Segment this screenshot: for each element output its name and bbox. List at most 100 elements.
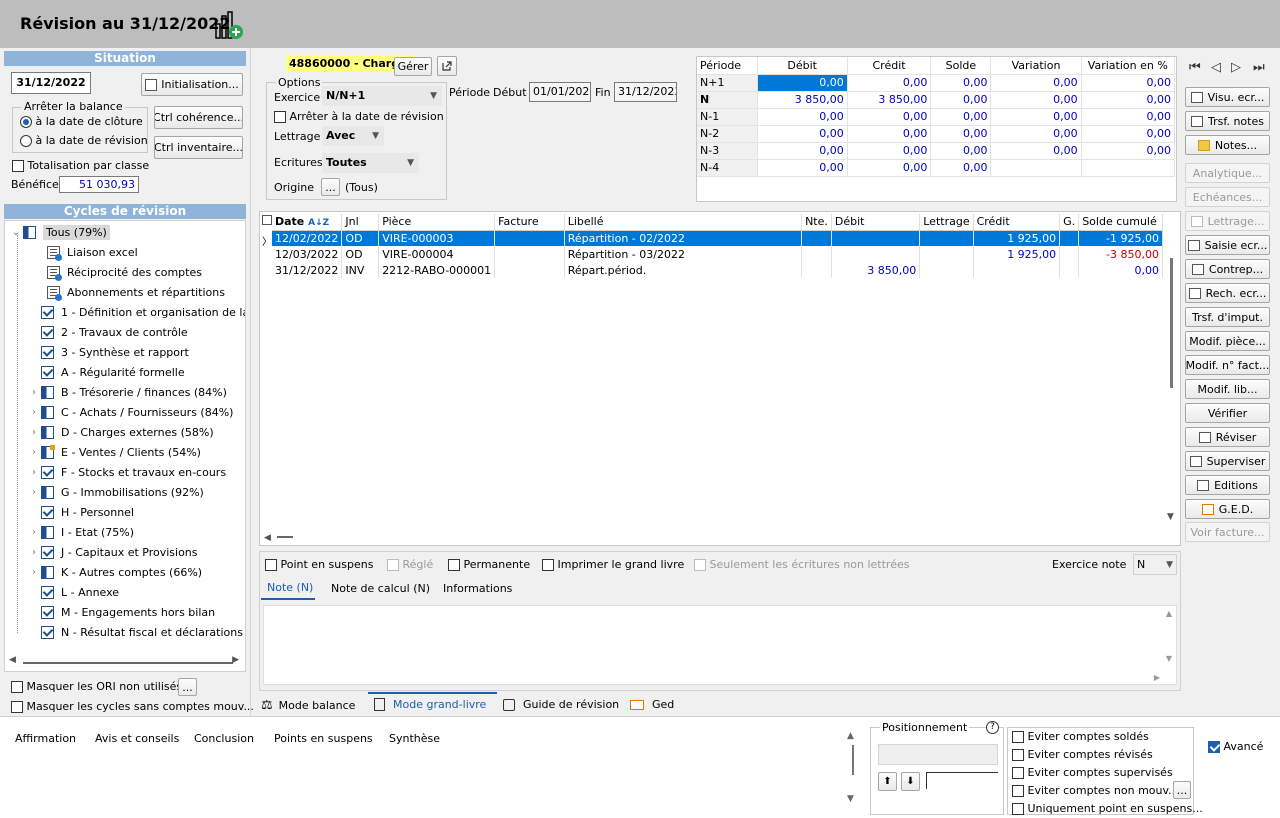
filter-checkbox[interactable]: Eviter comptes révisés (1012, 748, 1153, 761)
action-button[interactable]: Modif. n° fact... (1185, 355, 1270, 375)
action-button[interactable]: Trsf. d'imput. (1185, 307, 1270, 327)
ledger-col-header[interactable]: Jnl (341, 214, 380, 231)
mode-grand-livre-tab[interactable]: Mode grand-livre (374, 698, 486, 711)
ctrl-coherence-button[interactable]: Ctrl cohérence... (154, 106, 243, 129)
totalisation-checkbox[interactable]: Totalisation par classe (12, 159, 149, 172)
action-button[interactable]: Trsf. notes (1185, 111, 1270, 131)
masquer-cycles-checkbox[interactable]: Masquer les cycles sans comptes mouv... (11, 700, 254, 713)
expand-icon[interactable]: › (29, 547, 39, 558)
ledger-col-header[interactable]: Solde cumulé (1078, 214, 1163, 231)
period-row[interactable]: N3 850,00 3 850,00 0,00 0,00 0,00 (697, 91, 1176, 109)
fin-input[interactable]: 31/12/2023 (614, 82, 677, 102)
cycle-item[interactable]: 1 - Définition et organisation de la m (29, 302, 245, 322)
ctrl-inventaire-button[interactable]: Ctrl inventaire... (154, 136, 243, 159)
expand-icon[interactable]: › (29, 407, 39, 418)
action-button[interactable]: Vérifier (1185, 403, 1270, 423)
cycle-item[interactable]: › G - Immobilisations (92%) (29, 482, 204, 502)
action-button[interactable]: Notes... (1185, 135, 1270, 155)
gerer-button[interactable]: Gérer (394, 57, 432, 76)
ledger-row[interactable]: 12/02/2022 OD VIRE-000003 Répartition - 02/… (272, 230, 1163, 246)
ecritures-select[interactable]: Toutes ▼ (322, 153, 419, 173)
arreter-revision-checkbox[interactable]: Arrêter à la date de révision (274, 110, 444, 123)
period-col-header[interactable]: Débit (757, 57, 848, 75)
cycle-item[interactable]: Liaison excel (47, 242, 138, 262)
ledger-col-header[interactable]: Nte. (801, 214, 832, 231)
filter-checkbox[interactable]: Eviter comptes supervisés (1012, 766, 1173, 779)
ledger-col-header[interactable]: Crédit (973, 214, 1061, 231)
expand-icon[interactable]: › (29, 387, 39, 398)
tree-hscrollbar[interactable]: ◀ ▶ (5, 655, 245, 669)
cycle-item[interactable]: › C - Achats / Fournisseurs (84%) (29, 402, 233, 422)
nav-first-icon[interactable]: ⏮ (1189, 60, 1201, 75)
move-down-button[interactable]: ⬇ (901, 772, 920, 791)
move-up-button[interactable]: ⬆ (878, 772, 897, 791)
exercice-select[interactable]: N/N+1 ▼ (322, 86, 442, 106)
nav-prev-icon[interactable]: ◁ (1211, 60, 1221, 75)
tab-conclusion[interactable]: Conclusion (194, 732, 254, 745)
cycle-item[interactable]: L - Annexe (29, 582, 119, 602)
ledger-col-header[interactable]: Débit (831, 214, 921, 231)
period-row[interactable]: N-1 0,00 0,00 0,00 0,00 0,00 (697, 108, 1176, 126)
cycle-item[interactable]: › D - Charges externes (58%) (29, 422, 214, 442)
ledger-col-header[interactable]: Facture (494, 214, 565, 231)
filter-more-button[interactable]: ... (1173, 781, 1191, 799)
positionnement-input[interactable] (878, 744, 998, 765)
action-button[interactable]: Modif. lib... (1185, 379, 1270, 399)
ged-tab[interactable]: Ged (630, 698, 674, 711)
tab-informations[interactable]: Informations (443, 582, 512, 595)
initialisation-button[interactable]: Initialisation... (141, 73, 243, 96)
tab-affirmation[interactable]: Affirmation (15, 732, 76, 745)
ledger-hscrollbar[interactable]: ◀ (264, 530, 304, 543)
sort-icon[interactable]: A↓Z (308, 218, 329, 228)
period-col-header[interactable]: Période (697, 57, 758, 75)
expand-icon[interactable]: › (29, 567, 39, 578)
cycle-item[interactable]: H - Personnel (29, 502, 134, 522)
filter-checkbox[interactable]: Uniquement point en suspens... (1012, 802, 1203, 815)
chart-add-icon[interactable] (214, 10, 246, 42)
external-link-button[interactable] (437, 56, 457, 76)
expand-icon[interactable]: › (29, 487, 39, 498)
action-button[interactable]: Editions (1185, 475, 1270, 495)
radio-cloture[interactable]: à la date de clôture (20, 115, 143, 128)
avance-checkbox[interactable]: Avancé (1208, 740, 1263, 753)
imprimer-checkbox[interactable]: Imprimer le grand livre (542, 558, 684, 571)
expand-icon[interactable]: › (29, 427, 39, 438)
filter-checkbox[interactable]: Eviter comptes non mouv... (1012, 784, 1179, 797)
cycle-item[interactable]: N - Résultat fiscal et déclarations (29, 622, 243, 642)
ledger-col-header[interactable]: Libellé (564, 214, 803, 231)
action-button[interactable]: Saisie ecr... (1185, 235, 1270, 255)
debut-input[interactable]: 01/01/2022 (529, 82, 591, 102)
action-button[interactable]: Visu. ecr... (1185, 87, 1270, 107)
expand-icon[interactable]: › (29, 447, 39, 458)
cycle-item[interactable]: › F - Stocks et travaux en-cours (29, 462, 226, 482)
period-col-header[interactable]: Crédit (847, 57, 932, 75)
action-button[interactable]: Contrep... (1185, 259, 1270, 279)
cycle-item[interactable]: › I - Etat (75%) (29, 522, 134, 542)
ledger-row[interactable]: 12/03/2022 OD VIRE-000004 Répartition - 03/… (272, 246, 1163, 262)
period-row[interactable]: N-4 0,00 0,00 0,00 (697, 159, 1176, 177)
cycle-item[interactable]: › K - Autres comptes (66%) (29, 562, 202, 582)
permanente-checkbox[interactable]: Permanente (448, 558, 530, 571)
action-button[interactable]: Réviser (1185, 427, 1270, 447)
cycle-item[interactable]: › B - Trésorerie / finances (84%) (29, 382, 227, 402)
ledger-col-header[interactable]: Date A↓Z (272, 214, 343, 231)
tab-avis-conseils[interactable]: Avis et conseils (95, 732, 179, 745)
bottom-scroll-down-icon[interactable]: ▼ (847, 794, 854, 804)
cycle-item[interactable]: Abonnements et répartitions (47, 282, 225, 302)
tab-points-suspens[interactable]: Points en suspens (274, 732, 373, 745)
guide-revision-tab[interactable]: Guide de révision (503, 698, 619, 711)
period-row[interactable]: N-2 0,00 0,00 0,00 0,00 0,00 (697, 125, 1176, 143)
ledger-col-header[interactable]: G. (1059, 214, 1080, 231)
cycle-item[interactable]: A - Régularité formelle (29, 362, 185, 382)
nav-next-icon[interactable]: ▷ (1231, 60, 1241, 75)
note-text-area[interactable]: ▲ ▼ ▶ (263, 605, 1177, 685)
period-row[interactable]: N+1 0,00 0,00 0,00 0,00 0,00 (697, 74, 1176, 92)
period-col-header[interactable]: Variation en % (1081, 57, 1176, 75)
tab-note-calcul[interactable]: Note de calcul (N) (331, 582, 430, 595)
action-button[interactable]: Superviser (1185, 451, 1270, 471)
help-icon[interactable]: ? (986, 721, 999, 734)
lettrage-select[interactable]: Avec ▼ (322, 126, 384, 146)
cycle-item[interactable]: 2 - Travaux de contrôle (29, 322, 188, 342)
cycle-item[interactable]: › E - Ventes / Clients (54%) (29, 442, 201, 462)
tab-note[interactable]: Note (N) (267, 581, 313, 594)
